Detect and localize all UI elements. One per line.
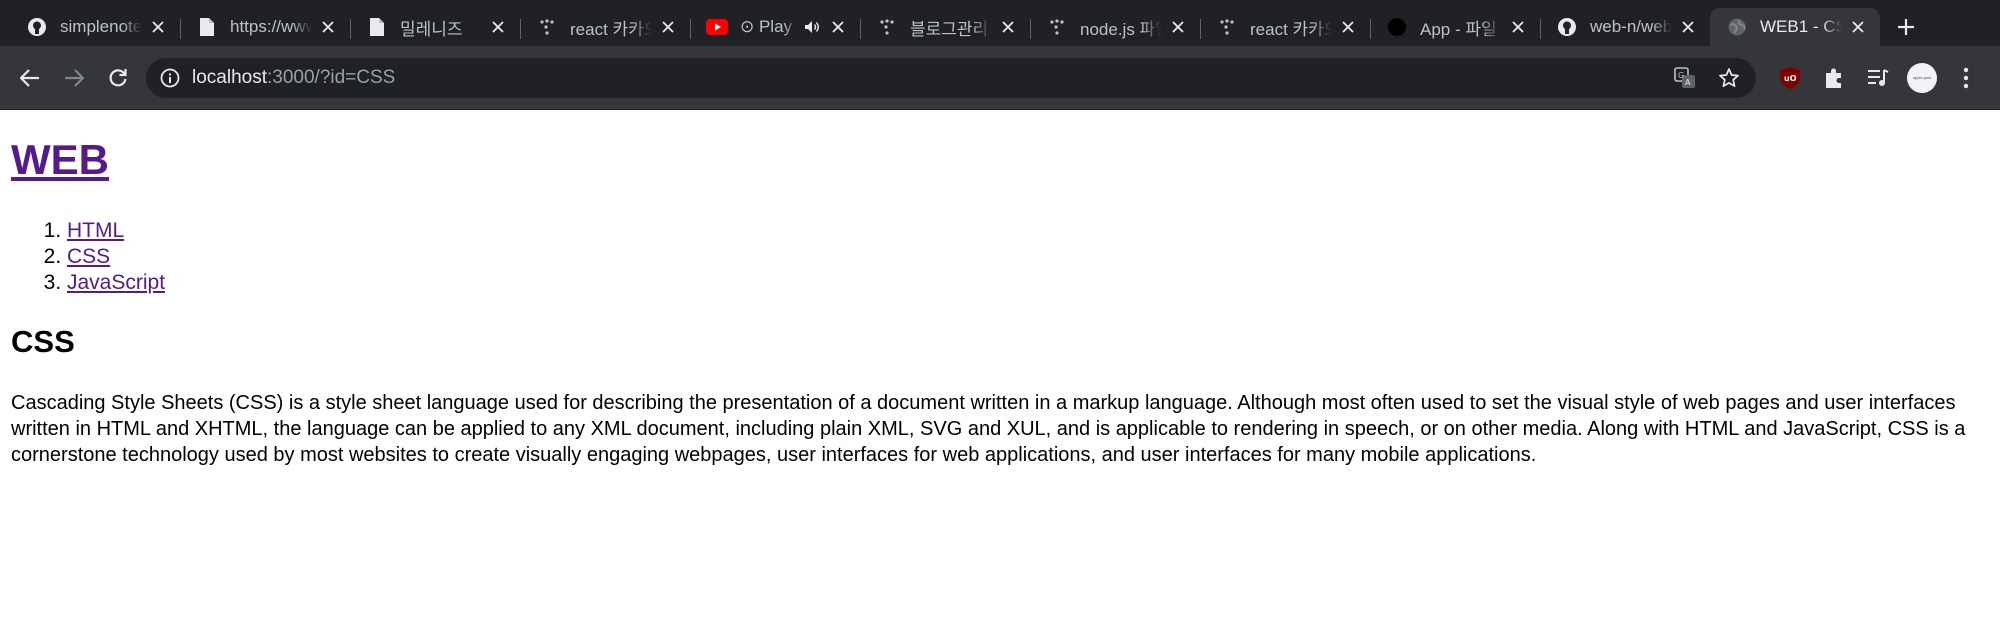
svg-text:G: G — [1678, 71, 1684, 80]
close-icon[interactable] — [1848, 17, 1868, 37]
avatar-text: apple-jack — [1912, 75, 1932, 80]
list-item: CSS — [67, 244, 1991, 270]
profile-avatar-button[interactable]: apple-jack — [1902, 58, 1942, 98]
close-icon[interactable] — [1678, 17, 1698, 37]
close-icon[interactable] — [998, 17, 1018, 37]
document-icon — [196, 16, 218, 38]
globe-icon — [1726, 16, 1748, 38]
info-icon[interactable] — [160, 68, 180, 88]
tab-title: ⊙ Play — [740, 17, 793, 36]
tab-title: react 카카오 — [1250, 19, 1332, 39]
document-icon — [366, 16, 388, 38]
tab-nodejs-file[interactable]: node.js 파일 — [1030, 8, 1200, 46]
tab-title: App - 파일 — [1420, 19, 1497, 39]
close-icon[interactable] — [1338, 17, 1358, 37]
plus-icon — [1898, 19, 1914, 35]
extensions-puzzle-icon[interactable] — [1814, 58, 1854, 98]
tab-title: https://www — [230, 17, 312, 36]
url-host: localhost — [192, 66, 267, 88]
site-title-link[interactable]: WEB — [11, 136, 109, 183]
forward-button[interactable] — [54, 58, 94, 98]
tab-https[interactable]: https://www — [180, 8, 350, 46]
close-icon[interactable] — [318, 17, 338, 37]
tab-millennies[interactable]: 밀레니즈 — [350, 8, 520, 46]
speaker-icon[interactable] — [802, 17, 822, 37]
nav-link-javascript[interactable]: JavaScript — [67, 271, 165, 294]
bookmark-star-icon[interactable] — [1714, 63, 1744, 93]
close-icon[interactable] — [148, 17, 168, 37]
tab-title: react 카카오 — [570, 19, 652, 39]
new-tab-button[interactable] — [1886, 8, 1926, 46]
back-button[interactable] — [10, 58, 50, 98]
tab-react-kakao[interactable]: react 카카오 — [520, 8, 690, 46]
web-page: WEB HTML CSS JavaScript CSS Cascading St… — [11, 110, 1991, 468]
velog-icon — [876, 16, 898, 38]
reload-button[interactable] — [98, 58, 138, 98]
topic-list: HTML CSS JavaScript — [11, 218, 1991, 296]
list-item: JavaScript — [67, 270, 1991, 296]
dark-circle-icon — [1386, 16, 1408, 38]
tab-react-kakao-2[interactable]: react 카카오 — [1200, 8, 1370, 46]
svg-text:A: A — [1685, 78, 1691, 87]
youtube-icon — [706, 16, 728, 38]
arrow-right-icon — [65, 68, 84, 87]
media-queue-icon[interactable] — [1858, 58, 1898, 98]
svg-text:uO: uO — [1784, 74, 1797, 83]
avatar: apple-jack — [1907, 62, 1937, 93]
tab-youtube-play[interactable]: ⊙ Play — [690, 8, 860, 46]
close-icon[interactable] — [488, 17, 508, 37]
page-description: Cascading Style Sheets (CSS) is a style … — [11, 391, 1966, 466]
tab-title: simplenote — [60, 17, 142, 36]
close-icon[interactable] — [658, 17, 678, 37]
tab-title: 밀레니즈 — [400, 19, 463, 39]
tab-blog-admin[interactable]: 블로그관리 — [860, 8, 1030, 46]
site-title: WEB — [11, 136, 1991, 184]
translate-icon[interactable]: GA — [1670, 63, 1700, 93]
tab-app-file[interactable]: App - 파일 — [1370, 8, 1540, 46]
close-icon[interactable] — [1508, 17, 1528, 37]
list-item: HTML — [67, 218, 1991, 244]
tab-title: node.js 파일 — [1080, 19, 1162, 39]
close-icon[interactable] — [828, 17, 848, 37]
tab-simplenote[interactable]: simplenote — [10, 8, 180, 46]
address-bar[interactable]: localhost:3000/?id=CSS GA — [146, 57, 1756, 98]
page-heading: CSS — [11, 324, 75, 360]
nav-link-css[interactable]: CSS — [67, 245, 110, 268]
close-icon[interactable] — [1168, 17, 1188, 37]
velog-icon — [1216, 16, 1238, 38]
github-icon — [26, 16, 48, 38]
github-icon — [1556, 16, 1578, 38]
nav-link-html[interactable]: HTML — [67, 219, 124, 242]
more-vertical-icon — [1963, 67, 1969, 88]
ublock-icon[interactable]: uO — [1770, 58, 1810, 98]
browser-menu-button[interactable] — [1946, 58, 1986, 98]
tab-web1-css[interactable]: WEB1 - CSS — [1710, 8, 1880, 46]
url-text[interactable]: localhost:3000/?id=CSS — [192, 67, 1656, 89]
tab-title: 블로그관리 — [910, 19, 989, 39]
tab-title: WEB1 - CSS — [1760, 17, 1842, 36]
tab-web-n[interactable]: web-n/web — [1540, 8, 1710, 46]
reload-icon — [109, 68, 127, 86]
tab-strip: simplenote https://www 밀레니즈 react 카카오 ⊙ … — [0, 0, 2000, 46]
velog-icon — [1046, 16, 1068, 38]
tab-title: web-n/web — [1590, 17, 1672, 36]
browser-toolbar: localhost:3000/?id=CSS GA uO apple-jack — [0, 46, 2000, 110]
url-path: :3000/?id=CSS — [267, 66, 396, 88]
velog-icon — [536, 16, 558, 38]
arrow-left-icon — [20, 68, 39, 87]
